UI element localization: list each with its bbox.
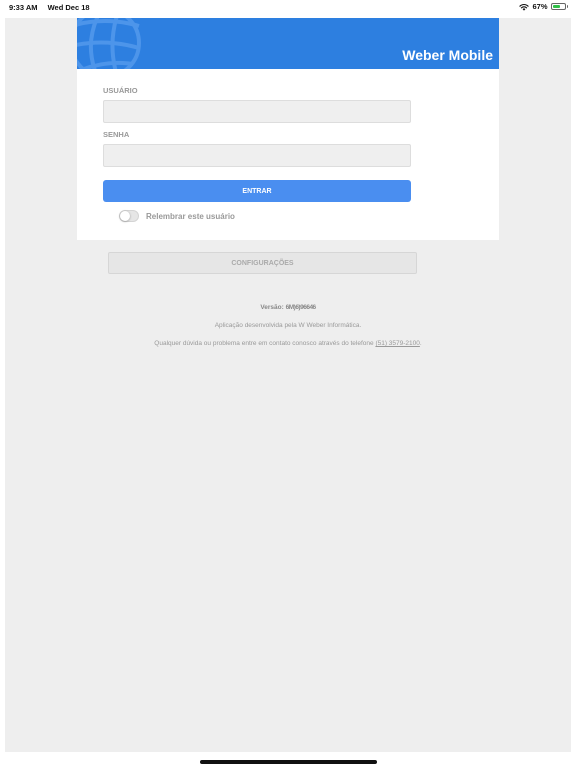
- globe-logo-icon: [77, 18, 149, 69]
- header-banner: Weber Mobile: [77, 18, 499, 69]
- toggle-knob: [120, 211, 130, 221]
- battery-icon: [550, 3, 566, 10]
- contact-message: Qualquer dúvida ou problema entre em con…: [154, 340, 374, 347]
- contact-suffix: .: [419, 340, 422, 347]
- contact-text: Qualquer dúvida ou problema entre em con…: [77, 340, 499, 347]
- status-left: 9:33 AM Wed Dec 18: [9, 3, 98, 12]
- app-title: Weber Mobile: [402, 47, 493, 63]
- user-input[interactable]: [103, 100, 411, 123]
- status-bar: 9:33 AM Wed Dec 18 67%: [0, 0, 576, 14]
- wifi-icon: [519, 3, 530, 11]
- settings-button[interactable]: CONFIGURAÇÕES: [108, 252, 417, 274]
- version-text: Versão: 6M)6)96646: [77, 304, 499, 311]
- battery-fill: [552, 5, 560, 8]
- status-date: Wed Dec 18: [47, 3, 90, 12]
- phone-link[interactable]: (51) 3579-2100: [375, 340, 419, 347]
- remember-row: Relembrar este usuário: [119, 210, 235, 222]
- developer-text: Aplicação desenvolvida pela W Weber Info…: [214, 322, 362, 329]
- battery-tip: [566, 5, 568, 8]
- remember-label: Relembrar este usuário: [146, 211, 235, 221]
- enter-button[interactable]: ENTRAR: [103, 180, 411, 202]
- login-card: USUÁRIO SENHA ENTRAR Relembrar este usuá…: [77, 69, 499, 240]
- home-indicator: [200, 760, 377, 764]
- remember-toggle[interactable]: [119, 210, 139, 222]
- version-label: Versão:: [260, 304, 284, 311]
- screen: 9:33 AM Wed Dec 18 67% Weber Mobile USUÁ…: [0, 0, 576, 768]
- version-value: 6M)6)96646: [285, 304, 317, 311]
- battery-percent: 67%: [532, 2, 548, 11]
- password-input[interactable]: [103, 144, 411, 167]
- user-label: USUÁRIO: [103, 86, 138, 95]
- status-right: 67%: [519, 2, 568, 11]
- password-label: SENHA: [103, 130, 130, 139]
- status-time: 9:33 AM: [9, 3, 38, 12]
